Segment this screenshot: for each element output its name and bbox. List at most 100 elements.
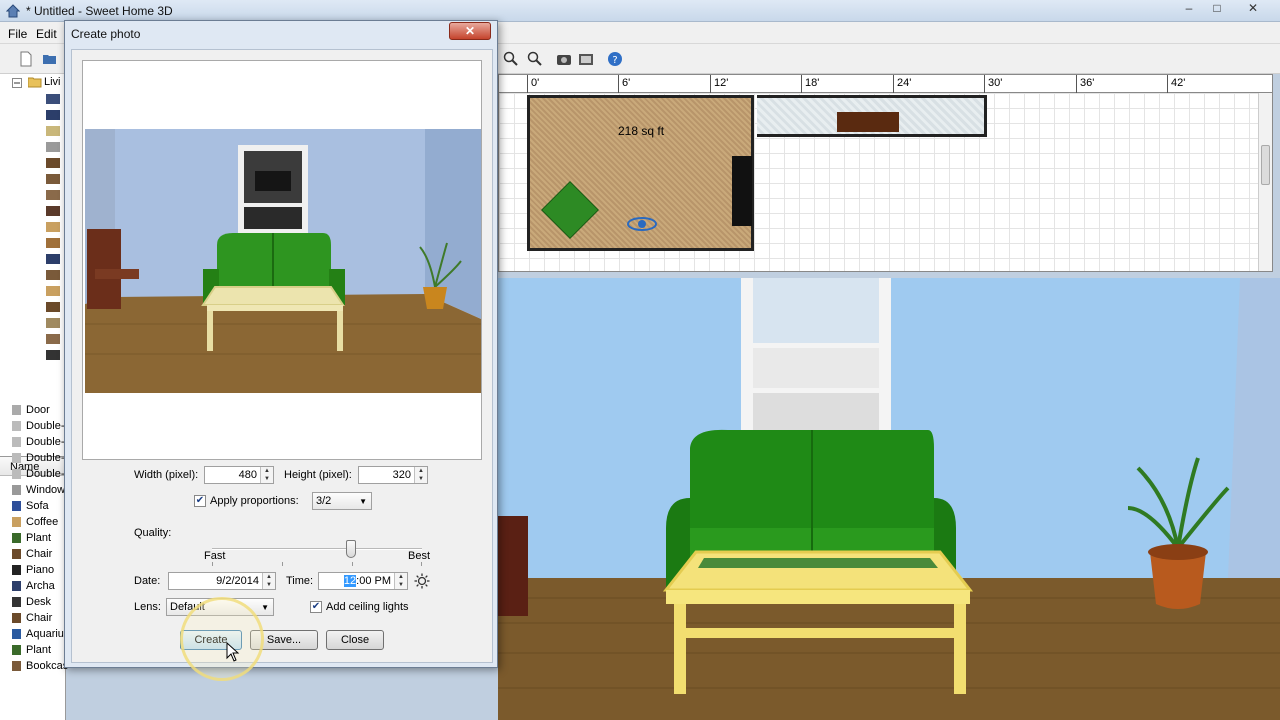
furniture-row[interactable]: Bookcas	[0, 658, 68, 674]
furniture-row[interactable]: Double-	[0, 466, 66, 482]
maximize-button[interactable]: □	[1202, 0, 1232, 18]
room-area-label: 218 sq ft	[618, 124, 665, 138]
quality-slider-track[interactable]	[212, 548, 422, 550]
3d-scene	[498, 278, 1280, 720]
catalog-item-icon[interactable]	[46, 206, 60, 216]
catalog-item-icon[interactable]	[46, 270, 60, 280]
furniture-row[interactable]: Chair	[0, 610, 66, 626]
create-photo-icon[interactable]	[556, 51, 572, 67]
create-video-icon[interactable]	[578, 51, 594, 67]
furniture-row[interactable]: Coffee	[0, 514, 66, 530]
proportion-select[interactable]: 3/2 ▼	[312, 492, 372, 510]
sofa-icon	[12, 501, 21, 511]
zoom-in-icon[interactable]	[503, 51, 519, 67]
catalog-item-icon[interactable]	[46, 350, 60, 360]
quality-fast-label: Fast	[204, 550, 226, 562]
chevron-down-icon: ▼	[359, 497, 367, 506]
spinner-arrows-icon[interactable]: ▲ ▼	[414, 467, 427, 483]
window-icon	[12, 469, 21, 479]
door-icon	[12, 405, 21, 415]
close-button[interactable]: Close	[326, 630, 384, 650]
width-label: Width (pixel):	[134, 469, 199, 481]
room-outline[interactable]	[757, 95, 987, 137]
lens-label: Lens:	[134, 601, 161, 613]
furniture-row[interactable]: Archa	[0, 578, 66, 594]
apply-proportions-label: Apply proportions:	[210, 495, 299, 507]
scroll-thumb[interactable]	[1261, 145, 1270, 185]
folder-icon	[28, 77, 42, 88]
date-spinner[interactable]: 9/2/2014 ▲ ▼	[168, 572, 276, 590]
quality-best-label: Best	[408, 550, 431, 562]
menu-edit[interactable]: Edit	[36, 27, 57, 41]
furniture-row[interactable]: Door	[0, 402, 66, 418]
armchair-plan-icon[interactable]	[540, 180, 600, 240]
catalog-item-icon[interactable]	[46, 158, 60, 168]
furniture-row[interactable]: Window	[0, 482, 66, 498]
catalog-item-icon[interactable]	[46, 286, 60, 296]
dialog-title: Create photo	[71, 27, 141, 41]
menu-file[interactable]: File	[8, 27, 27, 41]
catalog-item-icon[interactable]	[46, 222, 60, 232]
furniture-row[interactable]: Plant	[0, 530, 66, 546]
3d-view[interactable]	[498, 278, 1280, 720]
spinner-arrows-icon[interactable]: ▲ ▼	[260, 467, 273, 483]
sun-icon[interactable]	[414, 573, 430, 589]
furniture-row[interactable]: Double-	[0, 450, 66, 466]
catalog-item-icon[interactable]	[46, 318, 60, 328]
furniture-row[interactable]: Double-	[0, 434, 66, 450]
left-panel: Livi Name Door Double- Double- Double- D…	[0, 74, 68, 720]
aquarium-icon	[12, 629, 21, 639]
desk-icon	[12, 597, 21, 607]
plan-scrollbar[interactable]	[1258, 93, 1272, 271]
app-icon	[6, 4, 20, 18]
tree-collapse-icon[interactable]	[12, 78, 22, 88]
ruler-label: 6'	[622, 77, 631, 89]
furniture-row[interactable]: Sofa	[0, 498, 66, 514]
height-value: 320	[392, 469, 411, 481]
furniture-row[interactable]: Chair	[0, 546, 66, 562]
tree-category-label[interactable]: Livi	[44, 76, 61, 88]
minimize-button[interactable]: –	[1174, 0, 1204, 18]
catalog-item-icon[interactable]	[46, 174, 60, 184]
dialog-close-button[interactable]: ✕	[449, 22, 491, 40]
zoom-out-icon[interactable]	[527, 51, 543, 67]
furniture-row[interactable]: Double-	[0, 418, 66, 434]
piano-plan-icon[interactable]	[837, 112, 899, 132]
quality-label: Quality:	[134, 527, 172, 539]
catalog-item-icon[interactable]	[46, 238, 60, 248]
help-icon[interactable]: ?	[607, 51, 623, 67]
catalog-item-icon[interactable]	[46, 302, 60, 312]
table-icon	[12, 517, 21, 527]
catalog-item-icon[interactable]	[46, 94, 60, 104]
spinner-arrows-icon[interactable]: ▲ ▼	[262, 573, 275, 589]
open-folder-icon[interactable]	[42, 51, 58, 67]
apply-proportions-checkbox[interactable]: ✔	[194, 495, 206, 507]
light-plan-icon[interactable]	[622, 204, 662, 244]
quality-slider-thumb[interactable]	[346, 540, 356, 558]
catalog-item-icon[interactable]	[46, 142, 60, 152]
tv-plan-icon[interactable]	[732, 156, 752, 226]
dialog-body: Width (pixel): 480 ▲ ▼ Height (pixel): 320…	[71, 49, 493, 663]
catalog-item-icon[interactable]	[46, 254, 60, 264]
spinner-arrows-icon[interactable]: ▲ ▼	[394, 573, 407, 589]
furniture-row[interactable]: Desk	[0, 594, 66, 610]
catalog-item-icon[interactable]	[46, 110, 60, 120]
catalog-item-icon[interactable]	[46, 334, 60, 344]
catalog-item-icon[interactable]	[46, 190, 60, 200]
window-title: * Untitled - Sweet Home 3D	[26, 4, 173, 18]
time-spinner[interactable]: 12:00 PM ▲ ▼	[318, 572, 408, 590]
width-spinner[interactable]: 480 ▲ ▼	[204, 466, 274, 484]
create-photo-dialog: Create photo ✕ Width (pixel): 480 ▲ ▼ He…	[64, 20, 498, 668]
furniture-row[interactable]: Aquariu	[0, 626, 66, 642]
photo-preview-frame	[82, 60, 482, 460]
ceiling-lights-checkbox[interactable]: ✔	[310, 601, 322, 613]
height-spinner[interactable]: 320 ▲ ▼	[358, 466, 428, 484]
furniture-row[interactable]: Plant	[0, 642, 66, 658]
catalog-item-icon[interactable]	[46, 126, 60, 136]
plant-icon	[12, 533, 21, 543]
close-window-button[interactable]: ✕	[1238, 0, 1268, 18]
plan-view[interactable]: 0' 6' 12' 18' 24' 30' 36' 42' 218 sq ft	[498, 74, 1273, 272]
room[interactable]: 218 sq ft	[527, 95, 754, 251]
furniture-row[interactable]: Piano	[0, 562, 66, 578]
new-document-icon[interactable]	[18, 51, 34, 67]
